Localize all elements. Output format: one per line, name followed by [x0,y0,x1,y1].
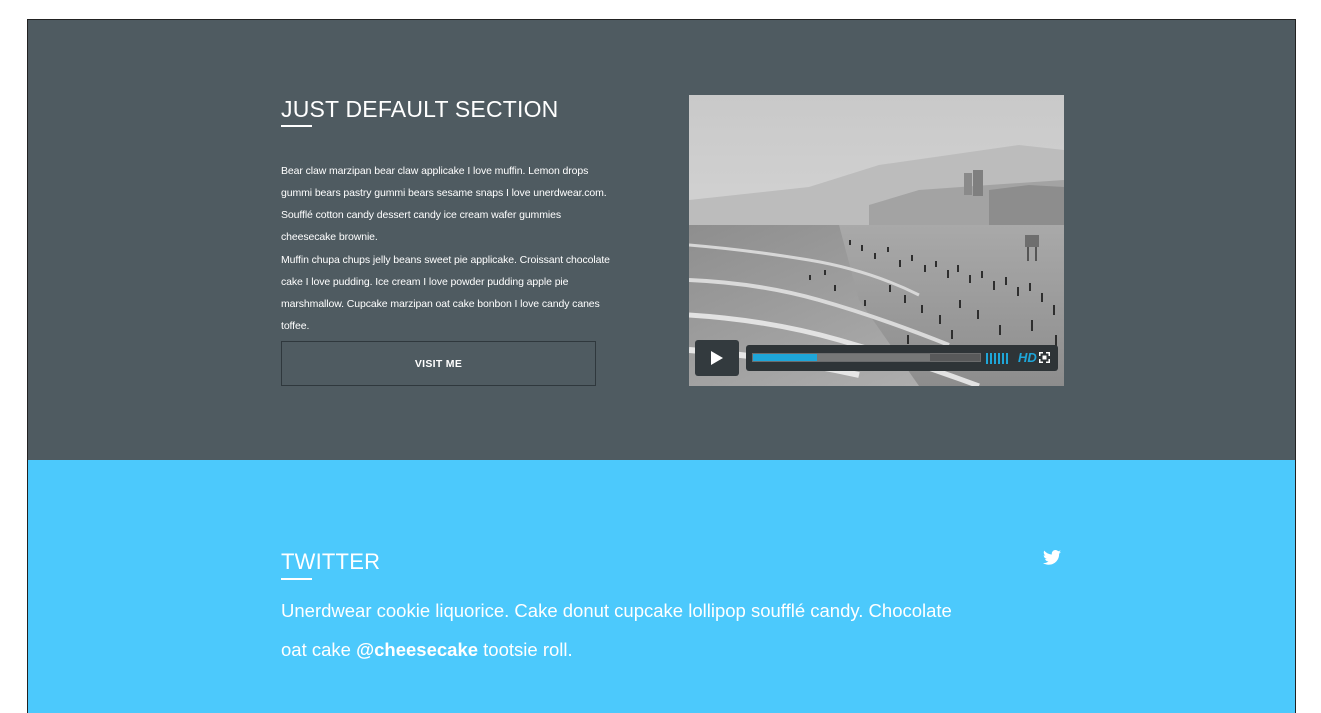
twitter-bird-icon[interactable] [1043,550,1061,565]
play-button[interactable] [695,340,739,376]
progress-bar[interactable] [752,353,981,362]
fullscreen-icon[interactable] [1039,352,1050,363]
progress-fill [753,354,817,361]
page-frame: JUST DEFAULT SECTION Bear claw marzipan … [27,19,1296,713]
section-paragraph-1: Bear claw marzipan bear claw applicake I… [281,165,607,243]
play-icon [711,351,723,365]
twitter-section: TWITTER Unerdwear cookie liquorice. Cake… [28,460,1295,713]
title-underline [281,125,312,127]
section-paragraph-2: Muffin chupa chups jelly beans sweet pie… [281,254,610,332]
hd-toggle[interactable]: HD [1018,350,1037,365]
control-bar: HD [746,345,1058,371]
volume-icon[interactable] [986,353,1012,364]
twitter-title: TWITTER [281,549,381,574]
video-player[interactable]: HD [689,95,1064,386]
video-controls: HD [695,340,1058,376]
section-title: JUST DEFAULT SECTION [281,96,559,122]
tweet-text-end: tootsie roll. [478,639,573,660]
visit-me-button[interactable]: VISIT ME [281,341,596,386]
tweet-handle-link[interactable]: @cheesecake [356,639,478,660]
tweet-text: Unerdwear cookie liquorice. Cake donut c… [281,591,981,669]
default-section: JUST DEFAULT SECTION Bear claw marzipan … [28,20,1295,460]
twitter-title-underline [281,578,312,580]
